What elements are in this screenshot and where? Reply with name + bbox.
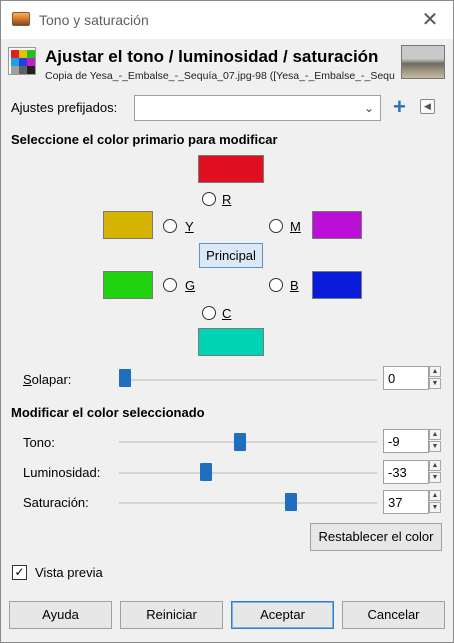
- swatch-red: [198, 155, 264, 183]
- hue-saturation-tool-icon: [8, 47, 36, 75]
- spin-down-icon[interactable]: ▼: [429, 378, 441, 389]
- plus-icon[interactable]: +: [393, 96, 411, 118]
- image-thumbnail: [401, 45, 445, 79]
- radio-green[interactable]: [163, 278, 177, 292]
- swatch-yellow: [103, 211, 153, 239]
- overlap-slider-thumb[interactable]: [119, 369, 131, 387]
- dialog-title: Ajustar el tono / luminosidad / saturaci…: [45, 47, 379, 66]
- gimp-app-icon: [12, 12, 30, 26]
- radio-magenta[interactable]: [269, 219, 283, 233]
- overlap-label: Solapar:: [23, 372, 72, 387]
- radio-yellow[interactable]: [163, 219, 177, 233]
- radio-blue[interactable]: [269, 278, 283, 292]
- swatch-blue: [312, 271, 362, 299]
- lightness-label: Luminosidad:: [23, 465, 101, 480]
- label-magenta: M: [290, 219, 301, 234]
- presets-combo[interactable]: ⌄: [134, 95, 381, 121]
- saturation-slider-thumb[interactable]: [285, 493, 297, 511]
- hue-label: Tono:: [23, 435, 55, 450]
- swatch-green: [103, 271, 153, 299]
- lightness-value: -33: [388, 465, 407, 480]
- saturation-spin-arrows[interactable]: ▲ ▼: [429, 490, 441, 514]
- accept-button[interactable]: Aceptar: [231, 601, 334, 629]
- hue-spin-arrows[interactable]: ▲ ▼: [429, 429, 441, 453]
- spin-up-icon[interactable]: ▲: [429, 460, 441, 471]
- lightness-slider-track[interactable]: [119, 472, 377, 474]
- radio-cyan[interactable]: [202, 306, 216, 320]
- saturation-value: 37: [388, 495, 403, 510]
- label-yellow: Y: [185, 219, 194, 234]
- hue-slider-track[interactable]: [119, 441, 377, 443]
- label-red: R: [222, 192, 232, 207]
- reset-color-button[interactable]: Restablecer el color: [310, 523, 442, 551]
- chevron-down-icon: ⌄: [363, 101, 375, 115]
- principal-button[interactable]: Principal: [199, 243, 263, 268]
- window-title: Tono y saturación: [39, 12, 149, 28]
- presets-label: Ajustes prefijados:: [11, 100, 118, 115]
- saturation-value-field[interactable]: 37: [383, 490, 429, 514]
- spin-up-icon[interactable]: ▲: [429, 429, 441, 440]
- spin-down-icon[interactable]: ▼: [429, 472, 441, 483]
- dialog-header: Ajustar el tono / luminosidad / saturaci…: [1, 39, 453, 87]
- spin-down-icon[interactable]: ▼: [429, 502, 441, 513]
- hue-value: -9: [388, 434, 400, 449]
- dialog-window: Tono y saturación ✕ Ajustar el tono / lu…: [0, 0, 454, 643]
- preview-label: Vista previa: [35, 565, 103, 580]
- label-green: G: [185, 278, 196, 293]
- preview-checkbox[interactable]: ✓: [12, 565, 27, 580]
- lightness-value-field[interactable]: -33: [383, 460, 429, 484]
- label-cyan: C: [222, 306, 232, 321]
- overlap-label-rest: olapar:: [31, 372, 72, 387]
- title-bar: Tono y saturación ✕: [1, 1, 453, 39]
- overlap-value: 0: [388, 371, 396, 386]
- lightness-spin-arrows[interactable]: ▲ ▼: [429, 460, 441, 484]
- spin-up-icon[interactable]: ▲: [429, 490, 441, 501]
- image-subtitle: Copia de Yesa_-_Embalse_-_Sequía_07.jpg-…: [45, 70, 395, 82]
- overlap-spin-arrows[interactable]: ▲ ▼: [429, 366, 441, 390]
- swatch-magenta: [312, 211, 362, 239]
- modify-heading: Modificar el color seleccionado: [11, 405, 205, 420]
- spin-down-icon[interactable]: ▼: [429, 441, 441, 452]
- reset-button[interactable]: Reiniciar: [120, 601, 223, 629]
- radio-red[interactable]: [202, 192, 216, 206]
- spin-up-icon[interactable]: ▲: [429, 366, 441, 377]
- close-button[interactable]: ✕: [413, 5, 447, 35]
- overlap-value-field[interactable]: 0: [383, 366, 429, 390]
- help-button[interactable]: Ayuda: [9, 601, 112, 629]
- label-blue: B: [290, 278, 299, 293]
- saturation-slider-track[interactable]: [119, 502, 377, 504]
- saturation-label: Saturación:: [23, 495, 89, 510]
- cancel-button[interactable]: Cancelar: [342, 601, 445, 629]
- triangle-left-icon[interactable]: ◀: [420, 99, 435, 114]
- lightness-slider-thumb[interactable]: [200, 463, 212, 481]
- hue-slider-thumb[interactable]: [234, 433, 246, 451]
- primary-heading: Seleccione el color primario para modifi…: [11, 132, 278, 147]
- swatch-cyan: [198, 328, 264, 356]
- hue-value-field[interactable]: -9: [383, 429, 429, 453]
- overlap-slider-track[interactable]: [119, 379, 377, 381]
